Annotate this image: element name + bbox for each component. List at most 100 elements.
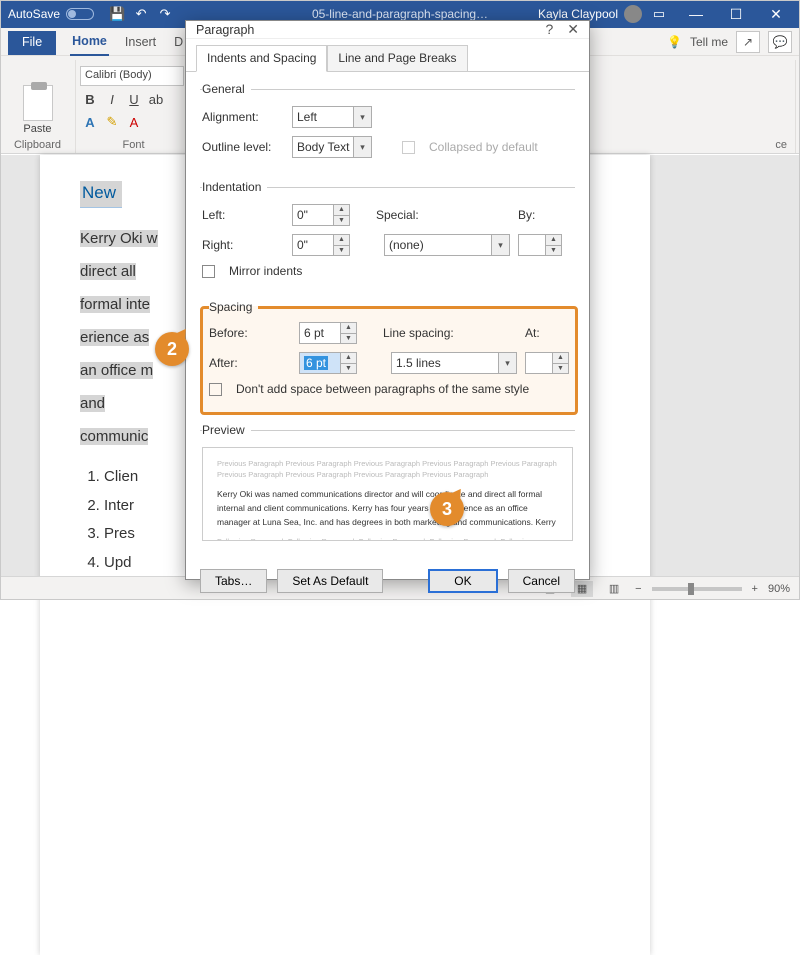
tab-truncated[interactable]: D <box>172 31 185 55</box>
close-icon[interactable]: ✕ <box>567 21 579 38</box>
preview-prev: Previous Paragraph Previous Paragraph Pr… <box>217 458 558 481</box>
special-combo[interactable]: (none) ▾ <box>384 234 510 256</box>
tell-me-search[interactable]: Tell me <box>690 35 728 49</box>
undo-icon[interactable]: ↶ <box>130 3 152 25</box>
at-spinner[interactable]: ▲▼ <box>525 352 569 374</box>
preview-legend: Preview <box>202 423 251 437</box>
line-spacing-label: Line spacing: <box>383 326 469 340</box>
document-title: 05-line-and-paragraph-spacing… <box>312 7 488 21</box>
zoom-percent[interactable]: 90% <box>768 583 790 595</box>
callout-3: 3 <box>430 492 464 526</box>
dont-add-space-label: Don't add space between paragraphs of th… <box>236 382 529 396</box>
autosave-toggle-icon[interactable] <box>66 8 94 20</box>
font-name-combo[interactable]: Calibri (Body) <box>80 66 184 86</box>
dialog-title: Paragraph <box>196 23 254 37</box>
paste-label: Paste <box>23 123 51 135</box>
underline-button[interactable]: U <box>124 89 144 109</box>
text-effects-button[interactable]: A <box>80 112 100 132</box>
collapsed-checkbox <box>402 141 415 154</box>
font-group-label: Font <box>80 135 187 151</box>
preview-group: Preview Previous Paragraph Previous Para… <box>200 423 575 547</box>
autosave-control[interactable]: AutoSave <box>0 7 102 21</box>
bold-button[interactable]: B <box>80 89 100 109</box>
minimize-button[interactable]: — <box>676 0 716 28</box>
chevron-down-icon: ▾ <box>353 107 371 127</box>
zoom-out-button[interactable]: − <box>635 583 641 595</box>
heading-new: New <box>80 181 122 208</box>
step-up-icon: ▲ <box>334 205 349 216</box>
callout-2: 2 <box>155 332 189 366</box>
special-label: Special: <box>376 208 462 222</box>
general-legend: General <box>202 82 251 96</box>
tab-insert[interactable]: Insert <box>123 31 158 55</box>
strike-button[interactable]: ab <box>146 89 166 109</box>
mirror-indents-checkbox[interactable] <box>202 265 215 278</box>
set-default-button[interactable]: Set As Default <box>277 569 383 593</box>
user-name: Kayla Claypool <box>538 7 618 21</box>
tab-line-page-breaks[interactable]: Line and Page Breaks <box>327 45 467 72</box>
avatar[interactable] <box>624 5 642 23</box>
spacing-legend: Spacing <box>209 300 258 314</box>
after-spinner[interactable]: 6 pt ▲▼ <box>299 352 357 374</box>
paste-button[interactable]: Paste <box>8 85 67 135</box>
tab-home[interactable]: Home <box>70 30 109 56</box>
line-spacing-combo[interactable]: 1.5 lines ▾ <box>391 352 517 374</box>
outline-label: Outline level: <box>202 140 284 154</box>
alignment-combo[interactable]: Left ▾ <box>292 106 372 128</box>
zoom-slider[interactable] <box>652 587 742 591</box>
chevron-down-icon: ▾ <box>498 353 516 373</box>
ok-button[interactable]: OK <box>428 569 497 593</box>
autosave-label: AutoSave <box>8 7 60 21</box>
font-color-button[interactable]: A <box>124 112 144 132</box>
left-indent-spinner[interactable]: 0" ▲▼ <box>292 204 350 226</box>
spacing-group: Spacing Before: 6 pt ▲▼ Line spacing: At… <box>200 300 578 415</box>
help-icon[interactable]: ? <box>545 21 553 38</box>
tab-indents-spacing[interactable]: Indents and Spacing <box>196 45 327 72</box>
by-spinner[interactable]: ▲▼ <box>518 234 562 256</box>
general-group: General Alignment: Left ▾ Outline level:… <box>200 82 575 172</box>
cancel-button[interactable]: Cancel <box>508 569 575 593</box>
chevron-down-icon: ▾ <box>353 137 371 157</box>
font-group: Calibri (Body) B I U ab A ✎ A Font <box>76 60 196 153</box>
clipboard-group-label: Clipboard <box>8 135 67 151</box>
right-indent-label: Right: <box>202 238 284 252</box>
left-indent-label: Left: <box>202 208 284 222</box>
indentation-group: Indentation Left: 0" ▲▼ Special: By: Rig… <box>200 180 575 292</box>
ribbon-options-icon[interactable]: ▭ <box>648 3 670 25</box>
by-label: By: <box>518 208 535 222</box>
redo-icon[interactable]: ↷ <box>154 3 176 25</box>
step-down-icon: ▼ <box>334 216 349 226</box>
before-spinner[interactable]: 6 pt ▲▼ <box>299 322 357 344</box>
right-indent-spinner[interactable]: 0" ▲▼ <box>292 234 350 256</box>
italic-button[interactable]: I <box>102 89 122 109</box>
collapsed-label: Collapsed by default <box>429 140 538 154</box>
dialog-titlebar[interactable]: Paragraph ? ✕ <box>186 21 589 39</box>
zoom-in-button[interactable]: + <box>752 583 758 595</box>
before-label: Before: <box>209 326 291 340</box>
indentation-legend: Indentation <box>202 180 267 194</box>
close-button[interactable]: ✕ <box>756 0 796 28</box>
preview-box: Previous Paragraph Previous Paragraph Pr… <box>202 447 573 541</box>
paste-icon <box>23 85 53 121</box>
maximize-button[interactable]: ☐ <box>716 0 756 28</box>
clipboard-group: Paste Clipboard <box>4 60 76 153</box>
comments-button[interactable]: 💬 <box>768 31 792 53</box>
highlight-button[interactable]: ✎ <box>102 112 122 132</box>
tab-file[interactable]: File <box>8 31 56 55</box>
after-label: After: <box>209 356 291 370</box>
outline-combo[interactable]: Body Text ▾ <box>292 136 372 158</box>
quick-access-toolbar: 💾 ↶ ↷ <box>102 3 180 25</box>
group-label-trunc: ce <box>775 139 787 151</box>
preview-body: Kerry Oki was named communications direc… <box>217 487 558 530</box>
dont-add-space-checkbox[interactable] <box>209 383 222 396</box>
preview-next: Following Paragraph Following Paragraph … <box>217 536 558 541</box>
share-button[interactable]: ↗ <box>736 31 760 53</box>
paragraph-dialog: Paragraph ? ✕ Indents and Spacing Line a… <box>185 20 590 580</box>
web-layout-icon[interactable]: ▥ <box>603 581 625 597</box>
dialog-body: General Alignment: Left ▾ Outline level:… <box>186 72 589 559</box>
tell-me-icon: 💡 <box>667 35 682 49</box>
save-icon[interactable]: 💾 <box>106 3 128 25</box>
tabs-button[interactable]: Tabs… <box>200 569 267 593</box>
mirror-indents-label: Mirror indents <box>229 264 302 278</box>
chevron-down-icon: ▾ <box>491 235 509 255</box>
